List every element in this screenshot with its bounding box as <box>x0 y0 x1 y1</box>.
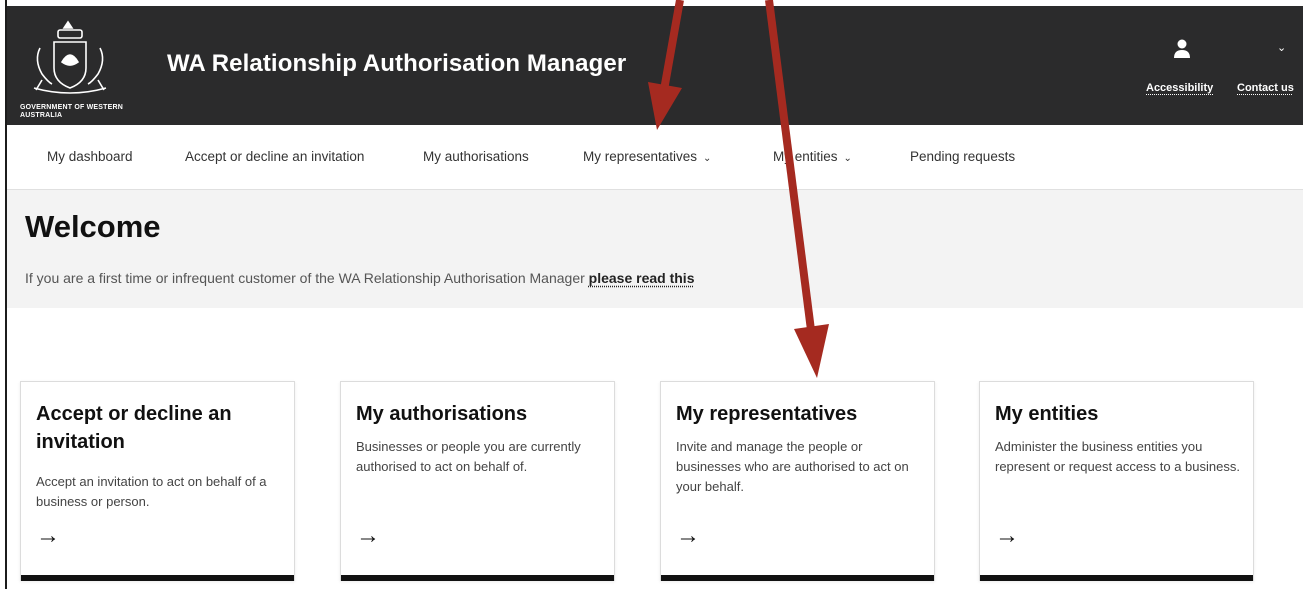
card-description: Invite and manage the people or business… <box>676 439 909 494</box>
card-title: My representatives <box>676 403 858 425</box>
crest-caption: GOVERNMENT OF WESTERN AUSTRALIA <box>20 104 123 119</box>
card-my-authorisations[interactable]: My authorisations Businesses or people y… <box>340 381 615 581</box>
arrow-right-icon[interactable]: → <box>36 522 60 550</box>
nav-my-authorisations[interactable]: My authorisations <box>423 149 529 164</box>
intro-text: If you are a first time or infrequent cu… <box>25 270 585 286</box>
card-bottom-bar <box>341 575 614 581</box>
nav-label: Pending requests <box>910 149 1016 164</box>
welcome-intro-text: If you are a first time or infrequent cu… <box>25 270 694 286</box>
account-chevron-down-icon[interactable]: ⌄ <box>1277 41 1286 54</box>
card-bottom-bar <box>661 575 934 581</box>
nav-my-dashboard[interactable]: My dashboard <box>47 149 133 164</box>
card-description: Businesses or people you are currently a… <box>356 439 581 474</box>
card-bottom-bar <box>980 575 1253 581</box>
crest-icon <box>33 20 107 94</box>
nav-label: My dashboard <box>47 149 133 164</box>
wa-government-crest-logo[interactable]: GOVERNMENT OF WESTERN AUSTRALIA <box>20 18 123 119</box>
nav-label: My authorisations <box>423 149 529 164</box>
card-my-entities[interactable]: My entities Administer the business enti… <box>979 381 1254 581</box>
arrow-right-icon[interactable]: → <box>676 522 700 550</box>
contact-us-link[interactable]: Contact us <box>1237 82 1294 94</box>
card-bottom-bar <box>21 575 294 581</box>
user-account-icon[interactable] <box>1173 39 1191 59</box>
nav-label: Accept or decline an invitation <box>185 149 365 164</box>
card-description: Accept an invitation to act on behalf of… <box>36 474 267 509</box>
card-title: My entities <box>995 403 1099 425</box>
chevron-down-icon: ⌄ <box>703 153 712 164</box>
main-navigation: My dashboard Accept or decline an invita… <box>7 125 1303 190</box>
page-title: Welcome <box>25 209 161 244</box>
chevron-down-icon: ⌄ <box>843 153 852 164</box>
nav-my-entities[interactable]: My entities ⌄ <box>773 149 852 164</box>
nav-pending-requests[interactable]: Pending requests <box>910 149 1015 164</box>
card-accept-decline-invitation[interactable]: Accept or decline an invitation Accept a… <box>20 381 295 581</box>
nav-accept-decline-invitation[interactable]: Accept or decline an invitation <box>185 149 364 164</box>
nav-my-representatives[interactable]: My representatives ⌄ <box>583 149 711 164</box>
welcome-banner: Welcome If you are a first time or infre… <box>7 190 1303 308</box>
card-my-representatives[interactable]: My representatives Invite and manage the… <box>660 381 935 581</box>
annotation-arrowhead-2 <box>794 324 829 378</box>
card-title: My authorisations <box>356 403 528 425</box>
nav-label: My entities <box>773 149 838 164</box>
card-title: Accept or decline an invitation <box>36 403 232 453</box>
please-read-this-link[interactable]: please read this <box>589 270 695 286</box>
site-header: GOVERNMENT OF WESTERN AUSTRALIA WA Relat… <box>7 6 1303 125</box>
app-title: WA Relationship Authorisation Manager <box>167 50 627 77</box>
arrow-right-icon[interactable]: → <box>356 522 380 550</box>
card-description: Administer the business entities you rep… <box>995 439 1240 474</box>
arrow-right-icon[interactable]: → <box>995 522 1019 550</box>
accessibility-link[interactable]: Accessibility <box>1146 82 1213 94</box>
left-border <box>0 0 7 589</box>
nav-label: My representatives <box>583 149 698 164</box>
